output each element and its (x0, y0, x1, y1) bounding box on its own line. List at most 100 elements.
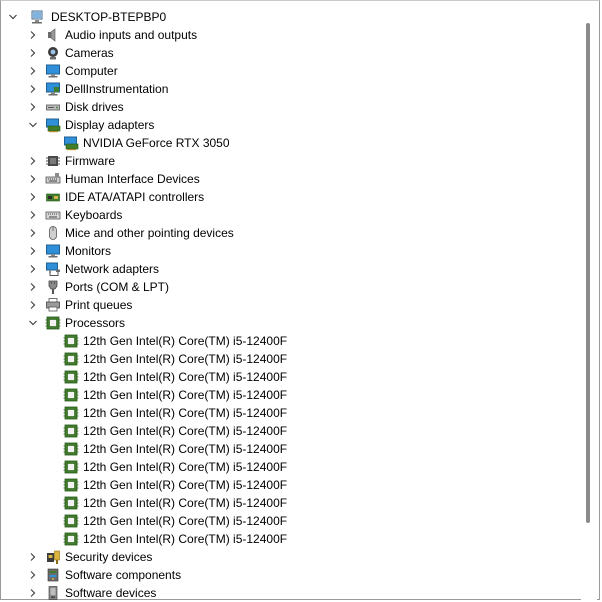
chevron-right-icon[interactable] (27, 152, 39, 170)
tree-category-label: Processors (65, 316, 126, 330)
tree-category-label: Cameras (65, 46, 114, 60)
tree-device-label: 12th Gen Intel(R) Core(TM) i5-12400F (83, 442, 288, 456)
chevron-right-icon[interactable] (27, 260, 39, 278)
tree-category-network-adapters[interactable]: Network adapters (1, 260, 583, 278)
software-device-icon (45, 585, 61, 601)
tree-device-item[interactable]: 12th Gen Intel(R) Core(TM) i5-12400F (1, 494, 583, 512)
tree-device-label: 12th Gen Intel(R) Core(TM) i5-12400F (83, 370, 288, 384)
processor-icon (63, 513, 79, 529)
camera-icon (45, 45, 61, 61)
tree-device-label: 12th Gen Intel(R) Core(TM) i5-12400F (83, 352, 288, 366)
tree-category-cameras[interactable]: Cameras (1, 44, 583, 62)
chip-icon (45, 153, 61, 169)
tree-device-label: 12th Gen Intel(R) Core(TM) i5-12400F (83, 388, 288, 402)
printer-icon (45, 297, 61, 313)
tree-category-dellinstrumentation[interactable]: DellInstrumentation (1, 80, 583, 98)
processor-icon (63, 459, 79, 475)
scrollbar-thumb[interactable] (586, 23, 590, 523)
tree-category-audio-inputs-and-outputs[interactable]: Audio inputs and outputs (1, 26, 583, 44)
computer-root-icon (29, 9, 45, 25)
chevron-right-icon[interactable] (27, 98, 39, 116)
tree-device-item[interactable]: 12th Gen Intel(R) Core(TM) i5-12400F (1, 332, 583, 350)
tree-category-label: Display adapters (65, 118, 155, 132)
tree-device-item[interactable]: 12th Gen Intel(R) Core(TM) i5-12400F (1, 458, 583, 476)
chevron-right-icon[interactable] (27, 80, 39, 98)
tree-category-computer[interactable]: Computer (1, 62, 583, 80)
tree-category-label: Computer (65, 64, 118, 78)
chevron-right-icon[interactable] (27, 548, 39, 566)
tree-category-label: Ports (COM & LPT) (65, 280, 170, 294)
tree-category-software-devices[interactable]: Software devices (1, 584, 583, 602)
chevron-right-icon[interactable] (27, 62, 39, 80)
disk-drive-icon (45, 99, 61, 115)
controller-icon (45, 189, 61, 205)
device-manager-tree-panel: DESKTOP-BTEPBP0 Audio inputs and outputs… (0, 0, 600, 602)
tree-device-item[interactable]: 12th Gen Intel(R) Core(TM) i5-12400F (1, 440, 583, 458)
tree-device-item[interactable]: 12th Gen Intel(R) Core(TM) i5-12400F (1, 512, 583, 530)
tree-category-label: Security devices (65, 550, 153, 564)
tree-category-ide-ata-atapi-controllers[interactable]: IDE ATA/ATAPI controllers (1, 188, 583, 206)
tree-device-item[interactable]: 12th Gen Intel(R) Core(TM) i5-12400F (1, 476, 583, 494)
tree-category-label: Firmware (65, 154, 115, 168)
tree-category-label: Disk drives (65, 100, 124, 114)
tree-category-mice-and-other-pointing-devices[interactable]: Mice and other pointing devices (1, 224, 583, 242)
tree-category-label: Monitors (65, 244, 112, 258)
chevron-right-icon[interactable] (27, 170, 39, 188)
network-icon (45, 261, 61, 277)
tree-category-software-components[interactable]: Software components (1, 566, 583, 584)
chevron-right-icon[interactable] (27, 296, 39, 314)
tree-category-firmware[interactable]: Firmware (1, 152, 583, 170)
tree-device-label: 12th Gen Intel(R) Core(TM) i5-12400F (83, 478, 288, 492)
tree-device-item[interactable]: 12th Gen Intel(R) Core(TM) i5-12400F (1, 530, 583, 548)
chevron-right-icon[interactable] (27, 44, 39, 62)
chevron-right-icon[interactable] (27, 224, 39, 242)
tree-device-label: 12th Gen Intel(R) Core(TM) i5-12400F (83, 514, 288, 528)
tree-category-keyboards[interactable]: Keyboards (1, 206, 583, 224)
chevron-right-icon[interactable] (27, 278, 39, 296)
tree-category-print-queues[interactable]: Print queues (1, 296, 583, 314)
chevron-right-icon[interactable] (27, 566, 39, 584)
tree-device-item[interactable]: NVIDIA GeForce RTX 3050 (1, 134, 583, 152)
device-tree: DESKTOP-BTEPBP0 Audio inputs and outputs… (1, 8, 583, 602)
tree-device-label: NVIDIA GeForce RTX 3050 (83, 136, 230, 150)
tree-category-processors[interactable]: Processors (1, 314, 583, 332)
tree-category-display-adapters[interactable]: Display adapters (1, 116, 583, 134)
tree-root[interactable]: DESKTOP-BTEPBP0 (1, 8, 583, 26)
tree-device-label: 12th Gen Intel(R) Core(TM) i5-12400F (83, 406, 288, 420)
tree-device-item[interactable]: 12th Gen Intel(R) Core(TM) i5-12400F (1, 350, 583, 368)
display-adapter-icon (45, 117, 61, 133)
tree-category-ports-com-lpt[interactable]: Ports (COM & LPT) (1, 278, 583, 296)
chevron-down-icon[interactable] (27, 314, 39, 332)
speaker-icon (45, 27, 61, 43)
chevron-right-icon[interactable] (27, 188, 39, 206)
monitor-icon (45, 243, 61, 259)
tree-category-label: Mice and other pointing devices (65, 226, 234, 240)
tree-device-item[interactable]: 12th Gen Intel(R) Core(TM) i5-12400F (1, 386, 583, 404)
tree-device-label: 12th Gen Intel(R) Core(TM) i5-12400F (83, 334, 288, 348)
chevron-down-icon[interactable] (7, 8, 19, 26)
tree-device-item[interactable]: 12th Gen Intel(R) Core(TM) i5-12400F (1, 422, 583, 440)
tree-category-label: Software devices (65, 586, 157, 600)
chevron-right-icon[interactable] (27, 242, 39, 260)
tree-category-label: Audio inputs and outputs (65, 28, 198, 42)
hid-icon (45, 171, 61, 187)
tree-category-monitors[interactable]: Monitors (1, 242, 583, 260)
tree-category-disk-drives[interactable]: Disk drives (1, 98, 583, 116)
processor-icon (63, 477, 79, 493)
tree-device-item[interactable]: 12th Gen Intel(R) Core(TM) i5-12400F (1, 368, 583, 386)
computer-icon (45, 63, 61, 79)
processor-icon (63, 423, 79, 439)
chevron-right-icon[interactable] (27, 584, 39, 602)
vertical-scrollbar[interactable] (581, 1, 597, 601)
chevron-down-icon[interactable] (27, 116, 39, 134)
tree-device-label: 12th Gen Intel(R) Core(TM) i5-12400F (83, 532, 288, 546)
tree-category-human-interface-devices[interactable]: Human Interface Devices (1, 170, 583, 188)
processor-icon (63, 351, 79, 367)
chevron-right-icon[interactable] (27, 206, 39, 224)
tree-device-item[interactable]: 12th Gen Intel(R) Core(TM) i5-12400F (1, 404, 583, 422)
monitor-chip-icon (45, 81, 61, 97)
processor-icon (63, 333, 79, 349)
tree-category-label: DellInstrumentation (65, 82, 169, 96)
tree-category-security-devices[interactable]: Security devices (1, 548, 583, 566)
chevron-right-icon[interactable] (27, 26, 39, 44)
